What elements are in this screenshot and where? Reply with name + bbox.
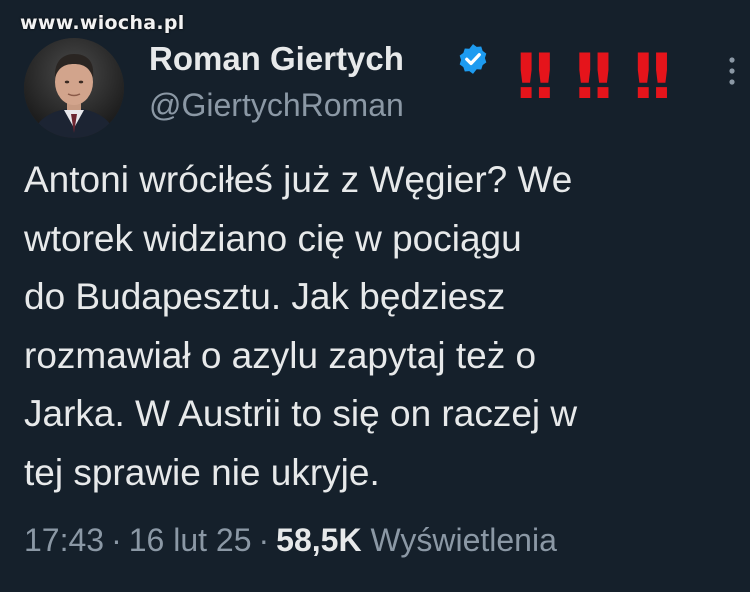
verified-badge-icon [459, 44, 487, 74]
exclamation-mark: !! [570, 40, 617, 113]
tweet-line: Jarka. W Austrii to się on raczej w [24, 393, 578, 434]
avatar[interactable] [24, 38, 124, 138]
exclamation-mark: !! [629, 40, 675, 113]
tweet-line: do Budapesztu. Jak będziesz [24, 276, 506, 317]
tweet-time[interactable]: 17:43 [24, 522, 104, 558]
tweet-date[interactable]: 16 lut 25 [129, 522, 252, 558]
tweet-meta: 17:43 · 16 lut 25 · 58,5K Wyświetlenia [24, 522, 557, 559]
tweet-line: Antoni wróciłeś już z Węgier? We [24, 159, 573, 200]
more-options-icon[interactable] [728, 56, 736, 86]
author-handle[interactable]: @GiertychRoman [149, 87, 404, 124]
views-label: Wyświetlenia [370, 522, 557, 558]
meta-separator: · [111, 522, 122, 558]
tweet-line: wtorek widziano cię w pociągu [24, 217, 522, 259]
tweet-line: rozmawiał o azylu zapytaj też o [24, 334, 537, 376]
watermark: www.wiocha.pl [20, 12, 185, 34]
exclamation-mark: !! [512, 40, 558, 113]
tweet-text: Antoni wróciłeś już z Węgier? We wtorek … [24, 151, 740, 502]
avatar-photo [24, 38, 124, 138]
exclamation-marks: !! !! !! [512, 40, 676, 113]
tweet-line: tej sprawie nie ukryje. [24, 451, 380, 493]
views-count[interactable]: 58,5K [276, 522, 361, 558]
meta-separator: · [258, 522, 270, 558]
author-display-name[interactable]: Roman Giertych [149, 40, 404, 78]
